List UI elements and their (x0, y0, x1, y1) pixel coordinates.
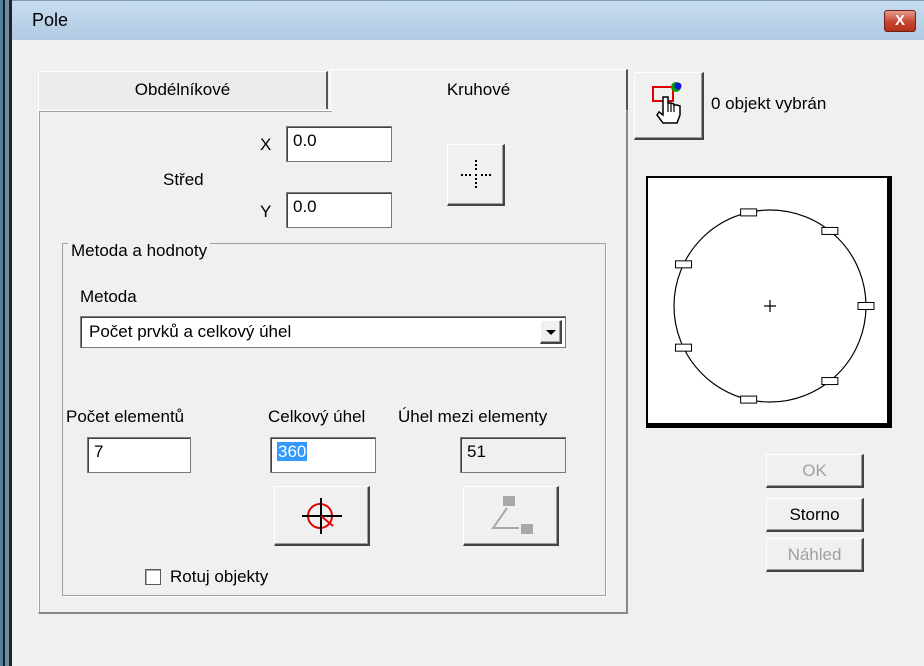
preview-element (675, 343, 693, 352)
preview-button[interactable]: Náhled (766, 538, 864, 572)
close-icon: X (894, 12, 905, 29)
chevron-down-icon (546, 330, 556, 335)
center-y-label: Y (260, 202, 272, 221)
close-button[interactable]: X (884, 10, 916, 32)
angle-pick-icon (302, 498, 342, 534)
angle-between-button (463, 486, 559, 546)
method-group-legend: Metoda a hodnoty (68, 241, 211, 261)
select-objects-icon (652, 82, 682, 124)
between-angle-field: 51 (460, 437, 566, 473)
preview-element (740, 208, 758, 217)
center-label: Střed (163, 170, 204, 189)
cancel-button[interactable]: Storno (766, 498, 864, 532)
array-preview-drawing (673, 208, 875, 404)
method-select-value: Počet prvků a celkový úhel (89, 322, 292, 341)
preview-element (857, 302, 875, 310)
angle-pick-button[interactable] (274, 486, 370, 546)
preview-element (675, 260, 693, 269)
preview-element (740, 395, 758, 404)
preview-center-mark (764, 300, 776, 312)
preview-element (821, 226, 839, 235)
window-edge (0, 0, 12, 666)
count-input[interactable]: 7 (87, 437, 191, 473)
rotate-objects-label[interactable]: Rotuj objekty (170, 567, 268, 587)
title-bar[interactable]: Pole X (12, 0, 924, 40)
window-title: Pole (32, 10, 69, 30)
total-angle-value: 360 (277, 442, 308, 461)
crosshair-pick-icon (461, 160, 491, 188)
center-x-label: X (260, 135, 272, 154)
ok-button[interactable]: OK (766, 454, 864, 488)
preview-element (821, 377, 839, 386)
angle-between-icon (491, 496, 533, 534)
center-x-input[interactable]: 0.0 (286, 126, 392, 162)
tab-join (332, 109, 626, 112)
method-select[interactable]: Počet prvků a celkový úhel (80, 316, 566, 348)
rotate-objects-checkbox[interactable] (145, 569, 161, 585)
method-label: Metoda (80, 287, 137, 306)
between-angle-label: Úhel mezi elementy (398, 407, 548, 426)
tab-circular[interactable]: Kruhové (330, 69, 628, 111)
select-objects-button[interactable] (634, 72, 704, 140)
count-label: Počet elementů (66, 407, 185, 426)
method-select-arrow[interactable] (540, 320, 562, 344)
center-y-input[interactable]: 0.0 (286, 192, 392, 228)
total-angle-label: Celkový úhel (268, 407, 366, 426)
tab-rectangular[interactable]: Obdélníkové (38, 71, 328, 109)
array-preview (646, 176, 892, 428)
total-angle-input[interactable]: 360 (270, 437, 376, 473)
center-pick-button[interactable] (447, 144, 505, 206)
selection-status: 0 objekt vybrán (711, 94, 827, 113)
